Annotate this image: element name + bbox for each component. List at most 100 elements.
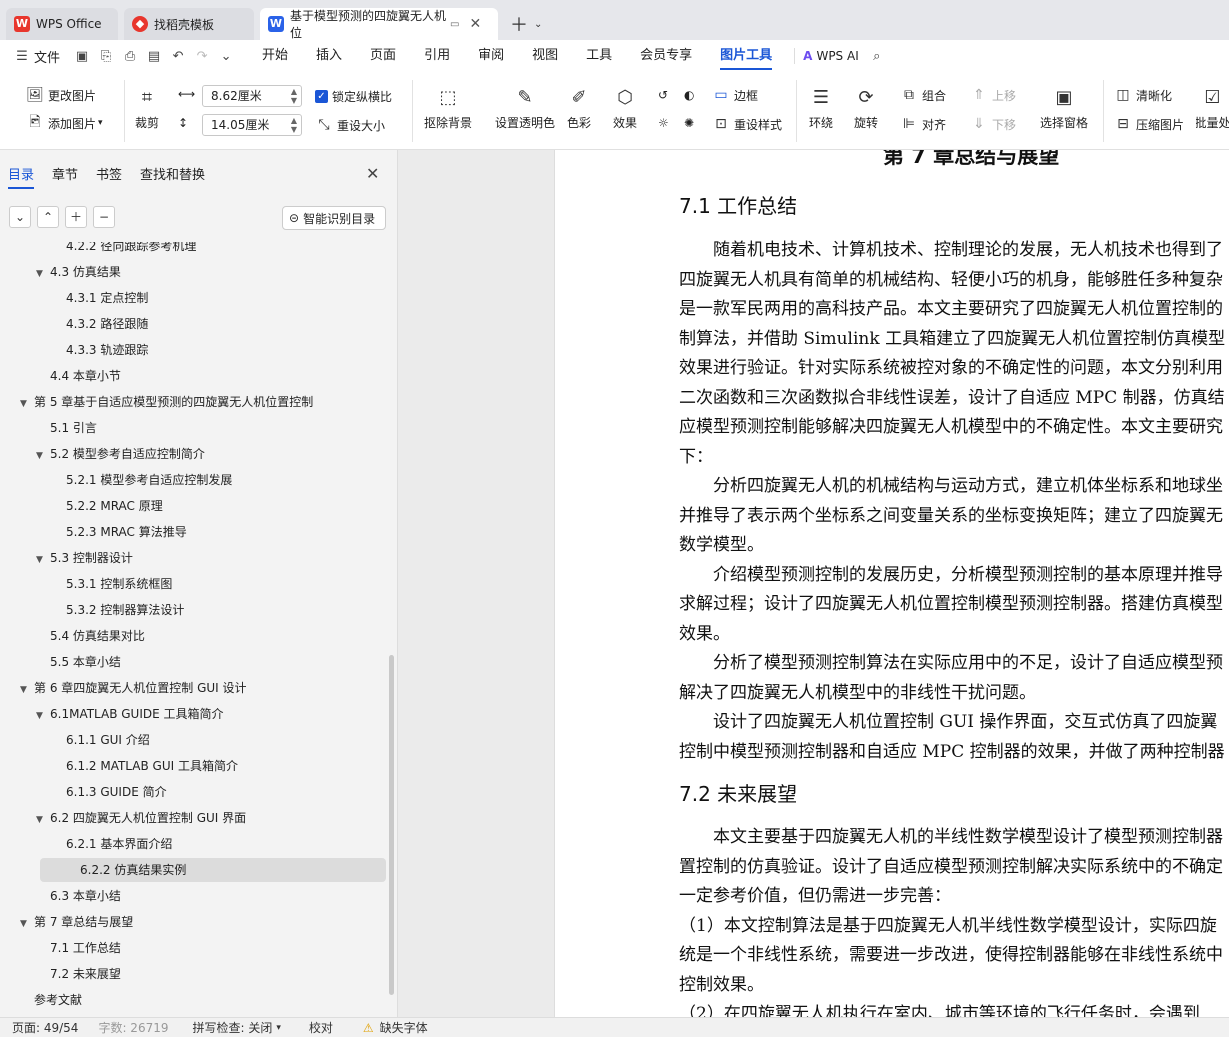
rotate-left-icon[interactable]: ↺ [658, 88, 668, 102]
chevron-down-icon[interactable]: ⌄ [534, 19, 542, 30]
print-preview-icon[interactable]: ▤ [144, 46, 164, 66]
expand-arrow-icon[interactable]: ▼ [36, 704, 50, 728]
menu-member[interactable]: 会员专享 [640, 40, 692, 72]
expand-arrow-icon[interactable]: ▼ [20, 392, 34, 416]
undo-icon[interactable]: ↶ [168, 46, 188, 66]
lock-ratio-checkbox[interactable]: ✓ 锁定纵横比 [315, 88, 392, 105]
toc-item[interactable]: 参考文献 [20, 988, 82, 1012]
toc-item[interactable]: 5.3.2 控制器算法设计 [52, 598, 184, 622]
toc-item[interactable]: 4.4 本章小节 [36, 364, 121, 388]
close-pane-icon[interactable]: ✕ [366, 164, 379, 183]
expand-arrow-icon[interactable]: ▼ [20, 912, 34, 936]
tab-wps-office[interactable]: W WPS Office [6, 8, 118, 40]
menu-view[interactable]: 视图 [532, 40, 558, 72]
toc-item[interactable]: ▼ 第 7 章总结与展望 [20, 910, 133, 934]
change-image-button[interactable]: 🖼 更改图片 [26, 86, 96, 104]
menu-picture-tools[interactable]: 图片工具 [720, 40, 773, 72]
toc-item[interactable]: 5.2.3 MRAC 算法推导 [52, 520, 187, 544]
toc-item[interactable]: 5.4 仿真结果对比 [36, 624, 145, 648]
export-icon[interactable]: ⎘ [96, 46, 116, 66]
width-field[interactable]: 8.62厘米 ▲ ▼ [202, 85, 302, 107]
toc-item[interactable]: 7.1 工作总结 [36, 936, 121, 960]
spinner-icon[interactable]: ▲ ▼ [291, 87, 297, 105]
tab-sections[interactable]: 章节 [52, 164, 78, 189]
toc-item[interactable]: ▼ 6.2 四旋翼无人机位置控制 GUI 界面 [36, 806, 246, 830]
expand-arrow-icon[interactable]: ▼ [36, 548, 50, 572]
menu-reference[interactable]: 引用 [424, 40, 450, 72]
toc-item[interactable]: 7.2 未来展望 [36, 962, 121, 986]
height-field[interactable]: 14.05厘米 ▲ ▼ [202, 114, 302, 136]
toc-item[interactable]: 5.5 本章小结 [36, 650, 121, 674]
search-icon[interactable]: ⌕ [867, 46, 887, 66]
brightness-down-icon[interactable]: ✺ [684, 116, 694, 130]
tab-toc[interactable]: 目录 [8, 164, 35, 189]
spinner-icon[interactable]: ▲ ▼ [291, 116, 297, 134]
brightness-up-icon[interactable]: ☼ [658, 116, 669, 130]
menu-wps-ai[interactable]: WPS AI [816, 49, 858, 63]
toc-item[interactable]: 5.2.2 MRAC 原理 [52, 494, 163, 518]
toc-item[interactable]: 5.2.1 模型参考自适应控制发展 [52, 468, 232, 492]
expand-arrow-icon[interactable]: ▼ [20, 678, 34, 702]
smart-toc-button[interactable]: ⊝ 智能识别目录 [282, 206, 386, 230]
add-heading-icon[interactable]: ＋ [65, 206, 87, 228]
toc-item[interactable]: ▼ 5.2 模型参考自适应控制简介 [36, 442, 205, 466]
sharpen-button[interactable]: ◫ 清晰化 [1114, 86, 1172, 104]
tab-document[interactable]: W 基于模型预测的四旋翼无人机位 ▭ ✕ [260, 8, 498, 40]
menu-insert[interactable]: 插入 [316, 40, 342, 72]
tab-bookmarks[interactable]: 书签 [96, 164, 122, 189]
save-icon[interactable]: ▣ [72, 46, 92, 66]
toc-item[interactable]: ▼ 5.3 控制器设计 [36, 546, 133, 570]
toc-item[interactable]: 4.3.3 轨迹跟踪 [52, 338, 148, 362]
toc-scrollbar[interactable] [389, 655, 394, 995]
expand-arrow-icon[interactable]: ▼ [36, 808, 50, 832]
toc-item[interactable]: 6.2.2 仿真结果实例 [40, 858, 386, 882]
reset-style-button[interactable]: ⊡ 重设样式 [712, 115, 782, 133]
color-button[interactable]: ✐ 色彩 [566, 84, 592, 131]
toc-item[interactable]: 5.1 引言 [36, 416, 97, 440]
menu-page[interactable]: 页面 [370, 40, 396, 72]
page-indicator[interactable]: 页面: 49/54 [12, 1019, 78, 1036]
close-icon[interactable]: ✕ [469, 16, 481, 32]
tab-find-replace[interactable]: 查找和替换 [140, 164, 205, 189]
expand-arrow-icon[interactable]: ▼ [36, 444, 50, 468]
collapse-icon[interactable]: ⌄ [9, 206, 31, 228]
contrast-icon[interactable]: ◐ [684, 88, 694, 102]
add-image-button[interactable]: 🖻 添加图片 ▾ [26, 114, 102, 132]
reset-size-button[interactable]: ⤡ 重设大小 [315, 116, 385, 134]
set-transparent-button[interactable]: ✎ 设置透明色 [495, 84, 555, 131]
tab-template[interactable]: ◆ 找稻壳模板 [124, 8, 254, 40]
remove-heading-icon[interactable]: − [93, 206, 115, 228]
toc-item[interactable]: 6.1.2 MATLAB GUI 工具箱简介 [52, 754, 238, 778]
menu-tools[interactable]: 工具 [586, 40, 612, 72]
toc-item[interactable]: 6.2.1 基本界面介绍 [52, 832, 172, 856]
toc-item[interactable]: 4.2.2 径向跟踪参考机理 [52, 242, 196, 258]
compress-button[interactable]: ⊟ 压缩图片 [1114, 115, 1184, 133]
expand-arrow-icon[interactable]: ▼ [36, 262, 50, 286]
move-down-button[interactable]: ⇓ 下移 [970, 115, 1016, 133]
toc-item[interactable]: 6.1.1 GUI 介绍 [52, 728, 150, 752]
group-button[interactable]: ⧉ 组合 [900, 86, 946, 104]
wrap-button[interactable]: ☰ 环绕 [808, 84, 834, 131]
align-button[interactable]: ⊫ 对齐 [900, 115, 946, 133]
more-chevron-icon[interactable]: ⌄ [216, 46, 236, 66]
redo-icon[interactable]: ↷ [192, 46, 212, 66]
menu-review[interactable]: 审阅 [478, 40, 504, 72]
hamburger-icon[interactable]: ☰ [12, 46, 32, 66]
missing-font[interactable]: 缺失字体 [380, 1019, 428, 1036]
file-menu[interactable]: 文件 [34, 47, 60, 66]
spell-check[interactable]: 拼写检查: 关闭 [193, 1019, 273, 1036]
rotate-button[interactable]: ⟳ 旋转 [853, 84, 879, 131]
remove-background-button[interactable]: ⬚ 抠除背景 [424, 84, 472, 131]
crop-button[interactable]: ⌗ 裁剪 [134, 84, 160, 131]
move-up-button[interactable]: ⇑ 上移 [970, 86, 1016, 104]
effect-button[interactable]: ⬡ 效果 [612, 84, 638, 131]
batch-button[interactable]: ☑ 批量处 [1196, 84, 1229, 131]
toc-item[interactable]: 6.1.3 GUIDE 简介 [52, 780, 167, 804]
border-button[interactable]: ▭ 边框 [712, 86, 758, 104]
toc-item[interactable]: ▼ 第 5 章基于自适应模型预测的四旋翼无人机位置控制 [20, 390, 313, 414]
toc-item[interactable]: 4.3.2 路径跟随 [52, 312, 148, 336]
toc-item[interactable]: ▼ 6.1MATLAB GUIDE 工具箱简介 [36, 702, 224, 726]
toc-item[interactable]: 6.3 本章小结 [36, 884, 121, 908]
selection-pane-button[interactable]: ▣ 选择窗格 [1040, 84, 1088, 131]
menu-start[interactable]: 开始 [262, 40, 288, 72]
